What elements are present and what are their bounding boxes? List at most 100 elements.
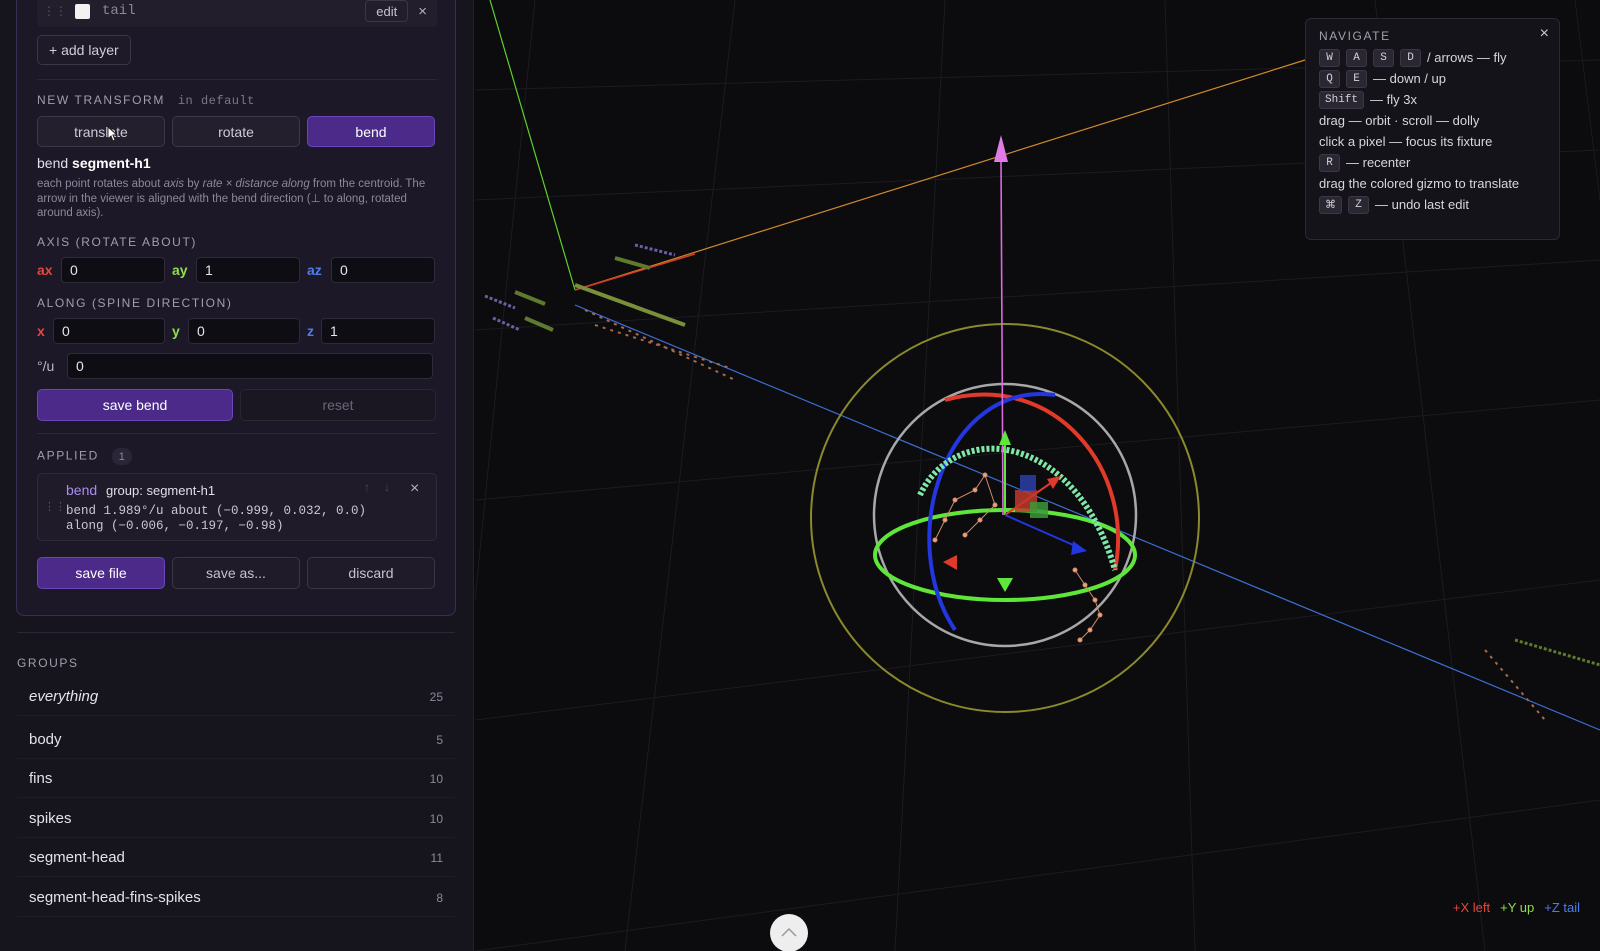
- move-down-icon[interactable]: ↓: [384, 480, 390, 494]
- drag-handle-icon[interactable]: ⋮⋮: [44, 500, 66, 514]
- layer-name: tail: [102, 3, 136, 19]
- az-label: az: [307, 262, 322, 278]
- shift-text: — fly 3x: [1370, 92, 1417, 107]
- applied-count-badge: 1: [111, 448, 132, 465]
- group-name: body: [29, 731, 62, 748]
- group-count: 25: [429, 689, 443, 704]
- group-name: everything: [29, 688, 99, 705]
- mode-bend-button[interactable]: bend: [307, 116, 435, 147]
- applied-detail-2: along (−0.006, −0.197, −0.98): [66, 519, 284, 533]
- bend-description: each point rotates about axis by rate × …: [37, 177, 432, 221]
- axis-az-field: az 0: [307, 257, 435, 283]
- nav-line-orbit: drag — orbit · scroll — dolly: [1319, 113, 1480, 128]
- key-z: Z: [1348, 195, 1369, 214]
- app: ⋮⋮ tail edit × + add layer NEW TRANSFORM…: [0, 0, 1600, 951]
- groups-heading: GROUPS: [17, 656, 79, 670]
- desc-axis: axis: [163, 178, 185, 190]
- group-item-everything[interactable]: everything 25: [17, 678, 455, 716]
- key-d: D: [1400, 48, 1421, 67]
- applied-detail-1: bend 1.989°/u about (−0.999, 0.032, 0.0): [66, 504, 367, 518]
- group-name: segment-head-fins-spikes: [29, 889, 201, 906]
- chevron-up-icon: [781, 927, 797, 937]
- fly-text: / arrows — fly: [1427, 50, 1507, 65]
- key-a: A: [1346, 48, 1367, 67]
- group-count: 11: [430, 850, 443, 865]
- divider: [37, 79, 437, 80]
- fixture-cluster-right: [1484, 638, 1600, 721]
- axis-ax-field: ax 0: [37, 257, 165, 283]
- axis-ay-field: ay 1: [172, 257, 300, 283]
- az-input[interactable]: 0: [331, 257, 435, 283]
- rate-field: °/u 0: [37, 353, 433, 379]
- recenter-text: — recenter: [1346, 155, 1411, 170]
- layer-visibility-checkbox[interactable]: [75, 3, 90, 19]
- divider: [17, 632, 455, 633]
- axis-legend-z: +Z tail: [1544, 900, 1580, 915]
- bend-title: bend segment-h1: [37, 155, 151, 171]
- ay-input[interactable]: 1: [196, 257, 300, 283]
- key-e: E: [1346, 69, 1367, 88]
- layer-edit-button[interactable]: edit: [365, 0, 409, 22]
- mode-translate-button[interactable]: translate: [37, 116, 165, 147]
- save-file-button[interactable]: save file: [37, 557, 165, 589]
- nav-line-updown: Q E — down / up: [1319, 68, 1546, 89]
- along-z-input[interactable]: 1: [321, 318, 435, 344]
- remove-applied-icon[interactable]: ×: [410, 480, 419, 498]
- group-item-fins[interactable]: fins 10: [17, 760, 455, 798]
- bend-arrow-head-icon: [994, 135, 1008, 162]
- nav-line-shift: Shift — fly 3x: [1319, 89, 1546, 110]
- key-w: W: [1319, 48, 1340, 67]
- updown-text: — down / up: [1373, 71, 1446, 86]
- group-item-body[interactable]: body 5: [17, 721, 455, 759]
- new-transform-scope: in default: [177, 94, 255, 108]
- applied-transform-card[interactable]: ⋮⋮ bend group: segment-h1 ↑ ↓ × bend 1.9…: [37, 473, 437, 541]
- along-heading: ALONG (SPINE DIRECTION): [37, 296, 233, 310]
- reset-button[interactable]: reset: [240, 389, 436, 421]
- add-layer-button[interactable]: + add layer: [37, 35, 131, 65]
- group-count: 5: [436, 732, 443, 747]
- x-label: x: [37, 323, 45, 339]
- layer-row-tail[interactable]: ⋮⋮ tail edit ×: [37, 0, 437, 27]
- desc-part-1: each point rotates about: [37, 178, 161, 190]
- group-name: fins: [29, 770, 53, 787]
- scroll-up-button[interactable]: [770, 914, 808, 951]
- drag-handle-icon[interactable]: ⋮⋮: [43, 4, 67, 18]
- group-item-segment-head[interactable]: segment-head 11: [17, 839, 455, 877]
- save-as-button[interactable]: save as...: [172, 557, 300, 589]
- ax-label: ax: [37, 262, 53, 278]
- bend-title-prefix: bend: [37, 155, 69, 171]
- group-item-segment-head-fins-spikes[interactable]: segment-head-fins-spikes 8: [17, 879, 455, 917]
- along-z-field: z 1: [307, 318, 435, 344]
- close-icon[interactable]: ×: [1540, 25, 1549, 43]
- move-up-icon[interactable]: ↑: [364, 480, 370, 494]
- key-q: Q: [1319, 69, 1340, 88]
- along-x-input[interactable]: 0: [53, 318, 165, 344]
- discard-button[interactable]: discard: [307, 557, 435, 589]
- nav-line-gizmo: drag the colored gizmo to translate: [1319, 176, 1520, 191]
- save-bend-button[interactable]: save bend: [37, 389, 233, 421]
- along-y-input[interactable]: 0: [188, 318, 300, 344]
- rate-input[interactable]: 0: [67, 353, 433, 379]
- z-axis-line: [574, 304, 1600, 731]
- key-r: R: [1319, 153, 1340, 172]
- along-x-field: x 0: [37, 318, 165, 344]
- y-label: y: [172, 323, 180, 339]
- applied-group: group: segment-h1: [106, 483, 216, 498]
- rate-label: °/u: [37, 358, 55, 374]
- axis-legend: +X left +Y up +Z tail: [1453, 900, 1580, 915]
- along-y-field: y 0: [172, 318, 300, 344]
- layer-remove-icon[interactable]: ×: [418, 3, 427, 20]
- desc-rate: rate × distance along: [202, 178, 310, 190]
- bend-direction-arrow: [1000, 159, 1004, 516]
- key-cmd: ⌘: [1319, 195, 1342, 214]
- nav-line-undo: ⌘ Z — undo last edit: [1319, 194, 1546, 215]
- group-item-spikes[interactable]: spikes 10: [17, 800, 455, 838]
- new-transform-heading: NEW TRANSFORM in default: [37, 93, 255, 108]
- group-count: 10: [429, 771, 443, 786]
- mode-rotate-button[interactable]: rotate: [172, 116, 300, 147]
- axis-legend-y: +Y up: [1500, 900, 1535, 915]
- divider: [37, 433, 437, 434]
- 3d-viewport[interactable]: NAVIGATE × W A S D / arrows — fly Q E — …: [475, 0, 1600, 951]
- group-name: segment-head: [29, 849, 125, 866]
- ax-input[interactable]: 0: [61, 257, 165, 283]
